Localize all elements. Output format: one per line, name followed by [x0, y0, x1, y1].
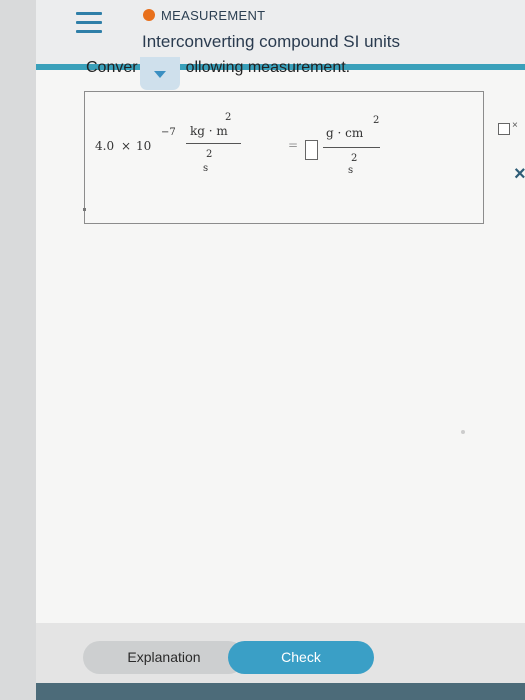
explanation-button[interactable]: Explanation	[83, 641, 245, 674]
lhs-denominator-power: 2	[206, 149, 213, 160]
rhs-fraction-bar	[323, 147, 380, 148]
clear-icon[interactable]: ×	[512, 120, 518, 131]
prompt-text-right: ollowing measurement.	[185, 59, 351, 76]
power-base: 10	[136, 139, 152, 153]
hamburger-menu-icon[interactable]	[76, 12, 102, 34]
bottom-strip	[36, 683, 525, 700]
rhs-denominator: s	[348, 165, 354, 176]
rhs-denominator-power: 2	[351, 153, 358, 164]
answer-workspace: 4.0 × 10 −7 2 kg · m 2 s = 2 g · cm 2 s	[84, 91, 484, 224]
topic-label: MEASUREMENT	[161, 8, 266, 23]
lhs-fraction-bar	[186, 143, 241, 144]
rhs-numerator-power: 2	[373, 115, 380, 126]
app-screen: MEASUREMENT Interconverting compound SI …	[36, 0, 525, 700]
times-sign: ×	[121, 139, 132, 153]
page-title: Interconverting compound SI units	[142, 32, 400, 51]
collapse-toggle-button[interactable]	[140, 57, 180, 90]
power-exponent: −7	[161, 127, 176, 138]
rhs-numerator: g · cm	[326, 126, 364, 140]
checkbox-icon[interactable]	[498, 123, 510, 135]
coefficient: 4.0	[95, 139, 115, 153]
cursor-marker	[83, 208, 86, 211]
answer-input-box[interactable]	[305, 140, 318, 160]
status-dot-icon	[143, 9, 155, 21]
question-prompt: Conver ollowing measurement.	[86, 59, 350, 77]
lhs-denominator: s	[203, 163, 209, 174]
lhs-numerator: kg · m	[190, 124, 228, 138]
top-header: MEASUREMENT Interconverting compound SI …	[36, 0, 525, 68]
close-icon[interactable]: ×	[514, 163, 525, 186]
lhs-numerator-power: 2	[225, 112, 232, 123]
check-button[interactable]: Check	[228, 641, 374, 674]
equals-sign: =	[288, 138, 299, 152]
chevron-down-icon	[154, 71, 166, 78]
prompt-text-left: Conver	[86, 59, 138, 76]
screen-smudge	[461, 430, 465, 434]
